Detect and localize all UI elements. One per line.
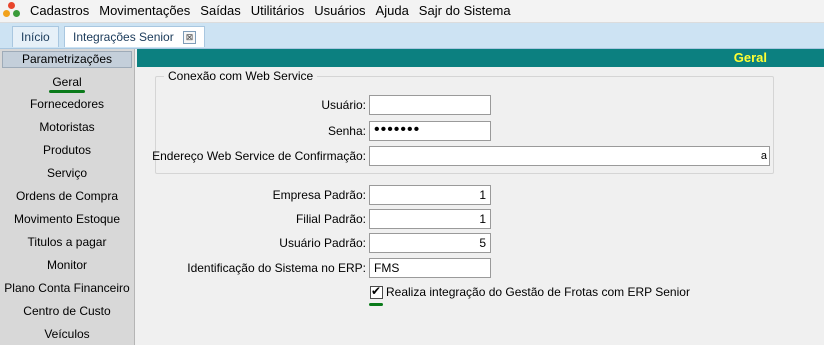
menu-cadastros[interactable]: Cadastros: [25, 0, 94, 22]
group-title: Conexão com Web Service: [164, 69, 318, 83]
tab-bar: Início Integrações Senior ⊠: [0, 23, 824, 49]
sidebar: Parametrizações Geral Fornecedores Motor…: [0, 49, 135, 345]
menu-movimentacoes[interactable]: Movimentações: [94, 0, 195, 22]
sidebar-item-motoristas[interactable]: Motoristas: [0, 119, 134, 135]
endereco-input[interactable]: a: [369, 146, 770, 166]
usuario-padrao-input[interactable]: 5: [369, 233, 491, 253]
usuario-padrao-label: Usuário Padrão:: [279, 236, 366, 250]
usuario-input[interactable]: [369, 95, 491, 115]
menu-saidas[interactable]: Saídas: [195, 0, 245, 22]
senha-input[interactable]: •••••••: [369, 121, 491, 141]
empresa-input[interactable]: 1: [369, 185, 491, 205]
integracao-label[interactable]: Realiza integração do Gestão de Frotas c…: [386, 282, 690, 302]
filial-input[interactable]: 1: [369, 209, 491, 229]
sidebar-item-movimento-estoque[interactable]: Movimento Estoque: [0, 211, 134, 227]
usuario-label: Usuário:: [321, 98, 366, 112]
content-panel: Conexão com Web Service Usuário: Senha: …: [137, 67, 824, 345]
sidebar-item-plano-conta[interactable]: Plano Conta Financeiro: [0, 280, 134, 296]
integracao-checkbox[interactable]: [370, 284, 383, 299]
menu-usuarios[interactable]: Usuários: [309, 0, 370, 22]
sidebar-item-monitor[interactable]: Monitor: [0, 257, 134, 273]
sidebar-item-veiculos[interactable]: Veículos: [0, 326, 134, 342]
sidebar-item-servico[interactable]: Serviço: [0, 165, 134, 181]
sidebar-item-fornecedores[interactable]: Fornecedores: [0, 96, 134, 112]
menu-sair[interactable]: Sajr do Sistema: [414, 0, 516, 22]
content-header: Geral: [137, 49, 824, 67]
app-logo-icon: [3, 2, 21, 20]
menu-utilitarios[interactable]: Utilitários: [246, 0, 309, 22]
tab-label: Início: [21, 30, 50, 44]
endereco-label: Endereço Web Service de Confirmação:: [152, 149, 366, 163]
menu-bar: Cadastros Movimentações Saídas Utilitári…: [0, 0, 824, 23]
menu-ajuda[interactable]: Ajuda: [371, 0, 414, 22]
empresa-label: Empresa Padrão:: [272, 188, 366, 202]
tab-label: Integrações Senior: [73, 30, 174, 44]
filial-label: Filial Padrão:: [295, 212, 366, 226]
close-icon[interactable]: ⊠: [183, 31, 197, 45]
sidebar-item-centro-custo[interactable]: Centro de Custo: [0, 303, 134, 319]
endereco-overflow-text: a: [760, 150, 767, 162]
tab-inicio[interactable]: Início: [12, 26, 59, 47]
sistema-input[interactable]: FMS: [369, 258, 491, 278]
sidebar-header: Parametrizações: [2, 51, 132, 68]
active-marker: [369, 303, 383, 306]
sidebar-item-titulos-pagar[interactable]: Titulos a pagar: [0, 234, 134, 250]
page-title: Geral: [733, 50, 767, 65]
senha-label: Senha:: [327, 124, 366, 138]
sidebar-item-ordens-compra[interactable]: Ordens de Compra: [0, 188, 134, 204]
tab-integracoes-senior[interactable]: Integrações Senior ⊠: [64, 26, 206, 47]
sidebar-item-geral[interactable]: Geral: [0, 74, 134, 93]
sidebar-item-produtos[interactable]: Produtos: [0, 142, 134, 158]
sistema-label: Identificação do Sistema no ERP:: [187, 261, 366, 275]
